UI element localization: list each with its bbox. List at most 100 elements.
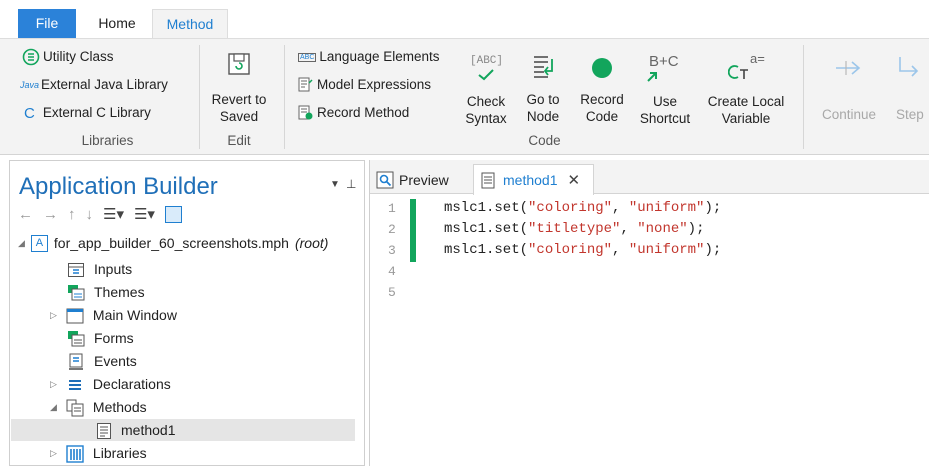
tree-toolbar: ← → ↑ ↓ ☰▾ ☰▾ — [18, 205, 182, 223]
code-token: mslc1.set( — [444, 200, 529, 216]
go-to-node-button[interactable]: Go to Node — [517, 49, 569, 125]
window-icon — [66, 308, 84, 323]
collapse-list-icon[interactable]: ☰▾ — [134, 205, 155, 223]
revert-icon — [228, 53, 250, 75]
code-token: ); — [704, 200, 722, 216]
create-local-variable-button[interactable]: a= Create Local Variable — [700, 49, 792, 127]
method-icon — [97, 422, 111, 439]
tab-preview[interactable]: Preview — [376, 166, 449, 194]
external-java-library-button[interactable]: Java External Java Library — [20, 76, 168, 94]
tree-item-themes[interactable]: Themes — [67, 281, 145, 304]
tree-item-declarations[interactable]: ▷ Declarations — [50, 373, 171, 396]
tree-item-events[interactable]: Events — [67, 350, 137, 373]
code-token: , — [620, 221, 638, 237]
tree-item-method1-selected[interactable] — [11, 419, 355, 441]
arrow-right-icon — [836, 61, 861, 75]
events-icon — [69, 353, 83, 370]
check-syntax-button[interactable]: [ABC] Check Syntax — [459, 49, 513, 127]
change-marker — [410, 199, 416, 262]
record-method-button[interactable]: Record Method — [298, 104, 409, 122]
application-builder-panel: Application Builder ▼ ⊥ ← → ↑ ↓ ☰▾ ☰▾ ◢ … — [9, 160, 365, 466]
back-icon[interactable]: ← — [18, 206, 33, 223]
tab-method[interactable]: Method — [152, 9, 228, 38]
code-token: ); — [704, 242, 722, 258]
code-token: mslc1.set( — [444, 221, 529, 237]
language-elements-button[interactable]: ABC Language Elements — [298, 48, 440, 66]
collapse-arrow-icon[interactable]: ◢ — [50, 396, 57, 419]
forward-icon[interactable]: → — [43, 206, 58, 223]
line-number: 4 — [388, 264, 396, 279]
step-button[interactable]: Step — [892, 49, 929, 123]
code-token: ); — [687, 221, 705, 237]
record-icon — [592, 58, 612, 78]
separator — [199, 45, 200, 149]
up-icon[interactable]: ↑ — [68, 206, 76, 223]
group-code-label: Code — [528, 133, 561, 148]
record-method-icon — [298, 105, 313, 120]
string-literal: "uniform" — [628, 242, 705, 258]
code-token: mslc1.set( — [444, 242, 529, 258]
line-number: 5 — [388, 285, 396, 300]
down-icon[interactable]: ↓ — [86, 206, 94, 223]
panel-title: Application Builder — [19, 173, 218, 200]
model-expressions-button[interactable]: Model Expressions — [298, 76, 431, 94]
method-icon — [481, 172, 495, 188]
string-literal: "titletype" — [528, 221, 621, 237]
editor-panel: Preview method1 ✕ 1 2 3 4 5 mslc1.set("color… — [369, 160, 929, 466]
record-code-button[interactable]: Record Code — [573, 49, 631, 125]
expand-list-icon[interactable]: ☰▾ — [103, 205, 124, 223]
utility-class-button[interactable]: Utility Class — [22, 48, 114, 66]
line-number: 2 — [388, 222, 396, 237]
string-literal: "none" — [637, 221, 688, 237]
go-to-node-icon — [534, 56, 553, 78]
tree-root-row[interactable]: ◢ A for_app_builder_60_screenshots.mph (… — [18, 232, 328, 255]
close-icon[interactable]: ✕ — [567, 171, 580, 189]
declarations-icon — [68, 379, 81, 390]
preview-icon — [376, 171, 394, 189]
tree-item-main-window[interactable]: ▷ Main Window — [50, 304, 177, 327]
tree-item-method1[interactable]: method1 — [96, 419, 175, 442]
tree-item-methods[interactable]: ◢ Methods — [50, 396, 147, 419]
show-icon[interactable] — [164, 205, 182, 223]
collapse-arrow-icon[interactable]: ◢ — [18, 232, 25, 255]
abc-icon: ABC — [298, 52, 317, 62]
ribbon: Utility Class Java External Java Library… — [0, 38, 929, 155]
model-expressions-icon — [298, 77, 313, 92]
panel-menu-icon[interactable]: ▼ — [330, 179, 340, 190]
code-line: mslc1.set("coloring", "uniform"); — [444, 198, 721, 219]
separator — [284, 45, 285, 149]
pin-icon[interactable]: ⊥ — [346, 177, 356, 191]
tab-file[interactable]: File — [18, 9, 76, 38]
line-number: 1 — [388, 201, 396, 216]
check-syntax-icon: [ABC] — [459, 49, 513, 85]
tab-home[interactable]: Home — [82, 9, 152, 38]
continue-button[interactable]: Continue — [812, 49, 886, 123]
utility-class-icon — [22, 48, 40, 66]
tree-item-forms[interactable]: Forms — [67, 327, 134, 350]
expand-arrow-icon[interactable]: ▷ — [50, 373, 57, 396]
forms-icon — [68, 330, 85, 346]
c-library-icon: C — [24, 104, 35, 122]
revert-to-saved-button[interactable]: Revert to Saved — [203, 49, 275, 125]
app-file-icon: A — [30, 235, 48, 252]
separator — [803, 45, 804, 149]
line-number: 3 — [388, 243, 396, 258]
inputs-icon — [68, 262, 84, 277]
line-number-gutter: 1 2 3 4 5 — [370, 194, 408, 466]
java-icon: Java — [20, 80, 40, 90]
editor-tab-bar — [370, 160, 929, 194]
expand-arrow-icon[interactable]: ▷ — [50, 442, 57, 465]
code-token: , — [612, 242, 629, 258]
tree-item-libraries[interactable]: ▷ Libraries — [50, 442, 147, 465]
string-literal: "uniform" — [628, 200, 705, 216]
expand-arrow-icon[interactable]: ▷ — [50, 304, 57, 327]
group-libraries-label: Libraries — [81, 133, 134, 148]
use-shortcut-button[interactable]: B+C Use Shortcut — [634, 49, 696, 127]
code-token: , — [612, 200, 629, 216]
external-c-library-button[interactable]: C External C Library — [24, 104, 151, 122]
step-icon — [899, 57, 919, 77]
ribbon-tab-bar: File Home Method — [0, 0, 929, 38]
tree-item-inputs[interactable]: Inputs — [67, 258, 132, 281]
code-area[interactable]: mslc1.set("coloring", "uniform"); mslc1.s… — [444, 198, 721, 261]
tab-method1[interactable]: method1 ✕ — [473, 164, 594, 195]
